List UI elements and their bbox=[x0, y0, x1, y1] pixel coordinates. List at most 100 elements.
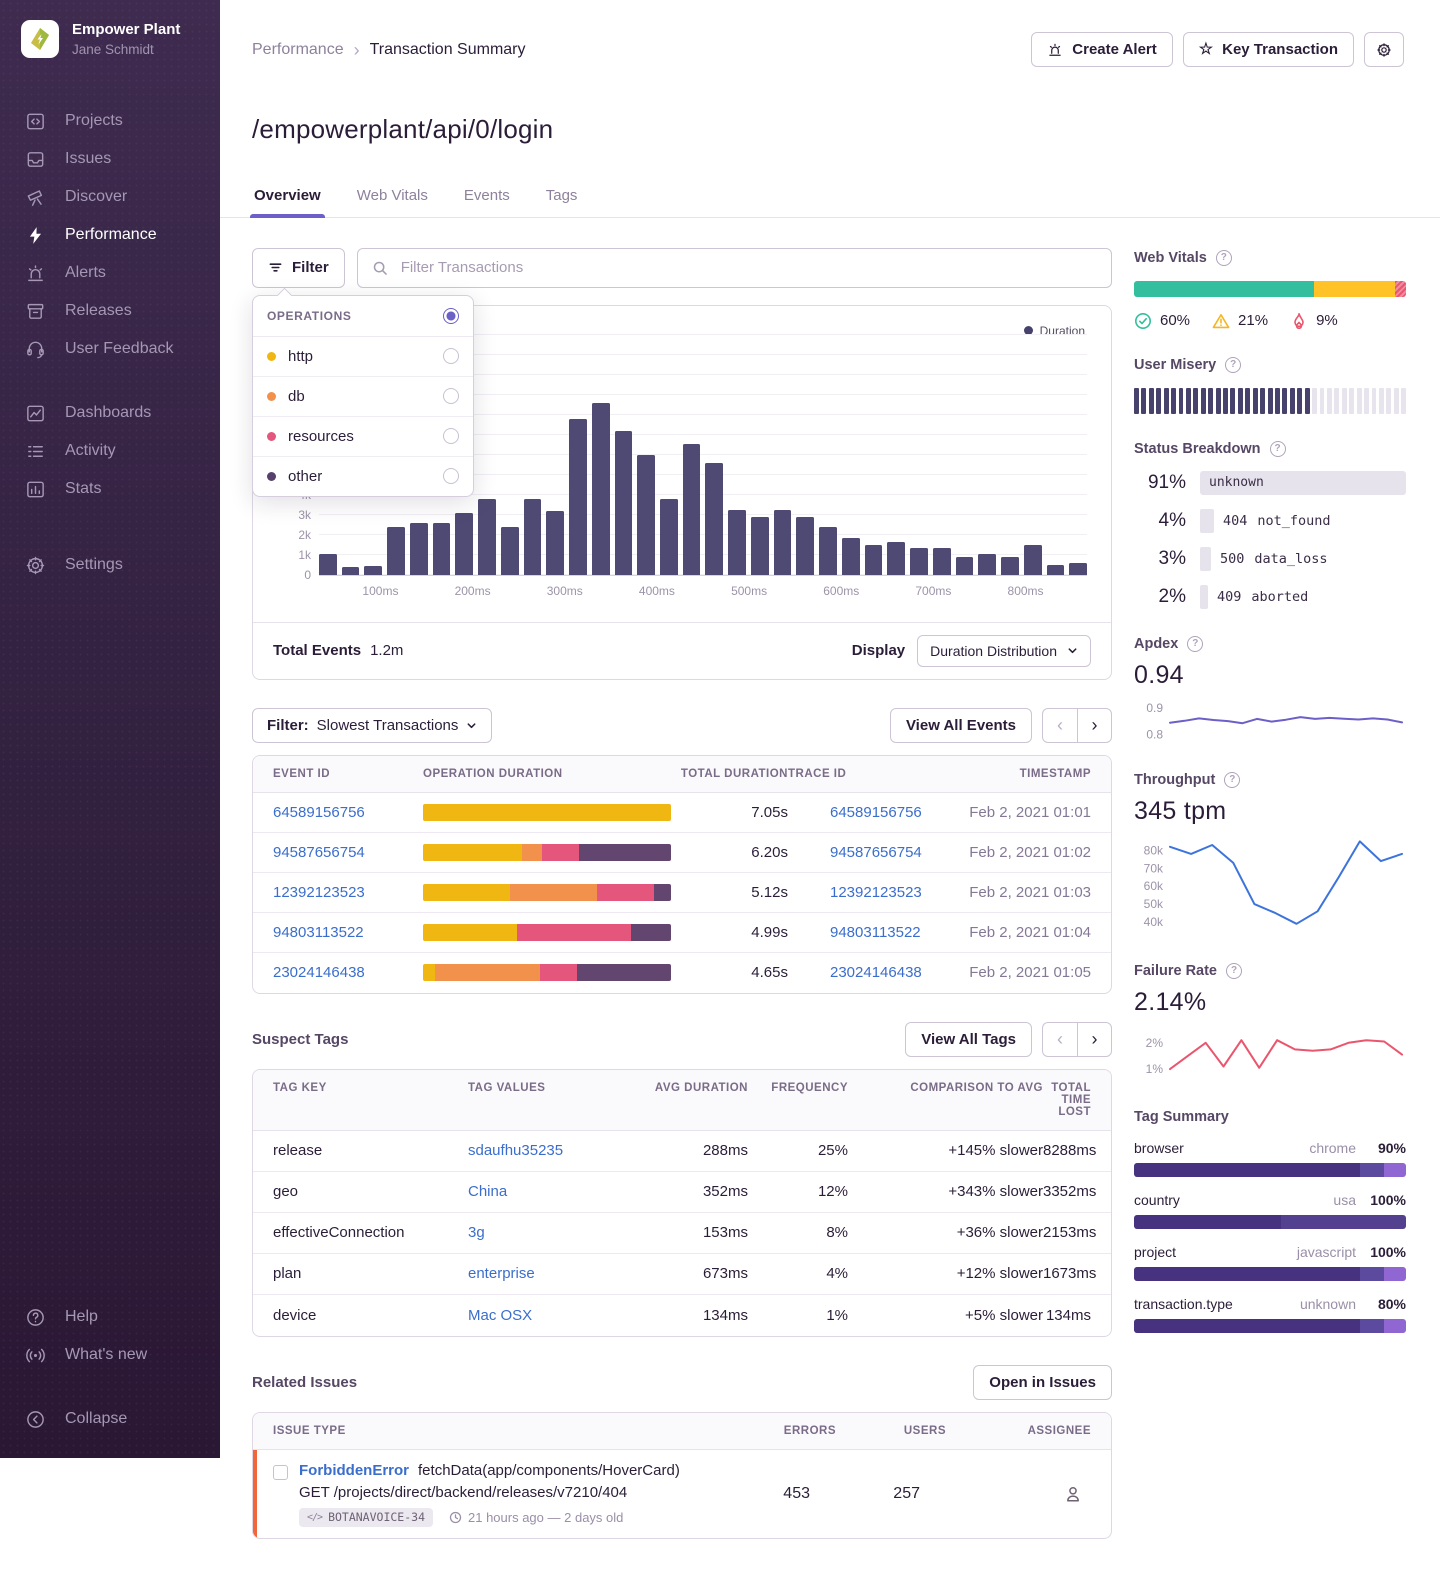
misery-bar-filled bbox=[1290, 388, 1295, 414]
trace-id-link[interactable]: 12392123523 bbox=[788, 884, 968, 901]
status-bar-block bbox=[1200, 547, 1211, 571]
trace-id-link[interactable]: 94803113522 bbox=[788, 924, 968, 941]
tab-overview[interactable]: Overview bbox=[252, 187, 323, 217]
sidebar-item-releases[interactable]: Releases bbox=[0, 292, 220, 330]
sidebar-item-stats[interactable]: Stats bbox=[0, 470, 220, 508]
tab-events[interactable]: Events bbox=[462, 187, 512, 217]
next-page-button[interactable]: › bbox=[1077, 708, 1112, 743]
radio-unselected-icon[interactable] bbox=[443, 388, 459, 404]
create-alert-button[interactable]: Create Alert bbox=[1031, 32, 1172, 67]
throughput-header: Throughput ? bbox=[1134, 772, 1406, 788]
tag-top-value: javascript bbox=[1297, 1244, 1356, 1260]
operation-segment bbox=[423, 924, 517, 941]
sidebar-item-help[interactable]: Help bbox=[0, 1298, 220, 1336]
histogram-bar bbox=[615, 431, 633, 575]
check-circle-icon bbox=[1134, 312, 1152, 330]
tab-tags[interactable]: Tags bbox=[544, 187, 580, 217]
question-circle-icon[interactable]: ? bbox=[1270, 441, 1286, 457]
issue-checkbox[interactable] bbox=[273, 1465, 288, 1480]
sidebar-item-projects[interactable]: Projects bbox=[0, 102, 220, 140]
event-id-link[interactable]: 94587656754 bbox=[273, 844, 423, 861]
operation-filter-db[interactable]: db bbox=[253, 377, 473, 417]
event-id-link[interactable]: 94803113522 bbox=[273, 924, 423, 941]
y-axis-tick-label: 50k bbox=[1144, 897, 1164, 911]
key-transaction-button[interactable]: ☆ Key Transaction bbox=[1183, 32, 1354, 67]
web-vitals-stat-value: 9% bbox=[1316, 312, 1338, 329]
y-axis-tick-label: 2k bbox=[279, 528, 311, 542]
radio-unselected-icon[interactable] bbox=[443, 468, 459, 484]
x-axis-tick-label: 400ms bbox=[639, 584, 675, 598]
operation-filter-http[interactable]: http bbox=[253, 337, 473, 377]
trace-id-link[interactable]: 23024146438 bbox=[788, 964, 968, 981]
sidebar-item-performance[interactable]: Performance bbox=[0, 216, 220, 254]
sidebar-item-label: Releases bbox=[65, 302, 132, 320]
project-badge: </>BOTANAVOICE-34 bbox=[299, 1508, 433, 1527]
event-id-link[interactable]: 64589156756 bbox=[273, 804, 423, 821]
radio-unselected-icon[interactable] bbox=[443, 348, 459, 364]
apdex-sparkline: 0.90.8 bbox=[1134, 700, 1406, 745]
prev-page-button[interactable]: ‹ bbox=[1042, 1022, 1077, 1057]
display-select[interactable]: Duration Distribution bbox=[917, 635, 1091, 667]
status-label-line: 409aborted bbox=[1200, 585, 1406, 609]
issue-type-link[interactable]: ForbiddenError bbox=[299, 1462, 409, 1479]
question-circle-icon[interactable]: ? bbox=[1224, 772, 1240, 788]
tag-percentage: 90% bbox=[1356, 1140, 1406, 1156]
operations-dropdown: OPERATIONS httpdbresourcesother bbox=[252, 295, 474, 497]
question-circle-icon[interactable]: ? bbox=[1187, 636, 1203, 652]
trace-id-link[interactable]: 64589156756 bbox=[788, 804, 968, 821]
total-time-lost-cell: 3352ms bbox=[1043, 1183, 1096, 1200]
question-circle-icon[interactable]: ? bbox=[1225, 357, 1241, 373]
operation-filter-other[interactable]: other bbox=[253, 457, 473, 496]
event-id-link[interactable]: 12392123523 bbox=[273, 884, 423, 901]
timestamp-cell: Feb 2, 2021 01:03 bbox=[968, 884, 1091, 901]
sidebar-item-discover[interactable]: Discover bbox=[0, 178, 220, 216]
frequency-cell: 1% bbox=[748, 1307, 848, 1324]
search-input[interactable] bbox=[399, 258, 1097, 277]
tag-value-link[interactable]: Mac OSX bbox=[468, 1307, 633, 1324]
column-header-avg-duration: AVG DURATION bbox=[633, 1070, 748, 1130]
question-circle-icon[interactable]: ? bbox=[1226, 963, 1242, 979]
issue-row[interactable]: ForbiddenErrorfetchData(app/components/H… bbox=[253, 1450, 1111, 1538]
tag-bar-segment bbox=[1134, 1267, 1360, 1281]
sidebar-item-collapse[interactable]: Collapse bbox=[0, 1400, 220, 1438]
sidebar-item-settings[interactable]: Settings bbox=[0, 546, 220, 584]
tab-web-vitals[interactable]: Web Vitals bbox=[355, 187, 430, 217]
slowest-transactions-select[interactable]: Filter: Slowest Transactions bbox=[252, 708, 492, 743]
tag-value-link[interactable]: enterprise bbox=[468, 1265, 633, 1282]
sidebar-item-alerts[interactable]: Alerts bbox=[0, 254, 220, 292]
tag-top-value: chrome bbox=[1309, 1140, 1356, 1156]
trace-id-link[interactable]: 94587656754 bbox=[788, 844, 968, 861]
event-id-link[interactable]: 23024146438 bbox=[273, 964, 423, 981]
histogram-bar bbox=[387, 527, 405, 575]
sidebar-item-dashboards[interactable]: Dashboards bbox=[0, 394, 220, 432]
sidebar-item-what-s-new[interactable]: What's new bbox=[0, 1336, 220, 1374]
tag-value-link[interactable]: China bbox=[468, 1183, 633, 1200]
radio-selected-icon[interactable] bbox=[443, 308, 459, 324]
trend-line bbox=[1170, 1040, 1402, 1069]
status-breakdown-row: 3%500data_loss bbox=[1134, 547, 1406, 571]
question-circle-icon[interactable]: ? bbox=[1216, 250, 1232, 266]
web-vitals-segment bbox=[1395, 281, 1406, 297]
open-in-issues-button[interactable]: Open in Issues bbox=[973, 1365, 1112, 1400]
prev-page-button[interactable]: ‹ bbox=[1042, 708, 1077, 743]
comparison-cell: +5% slower bbox=[848, 1307, 1043, 1324]
operation-duration-cell bbox=[423, 844, 673, 861]
tag-value-link[interactable]: sdaufhu35235 bbox=[468, 1142, 633, 1159]
breadcrumb-performance[interactable]: Performance bbox=[252, 41, 344, 59]
next-page-button[interactable]: › bbox=[1077, 1022, 1112, 1057]
radio-unselected-icon[interactable] bbox=[443, 428, 459, 444]
sidebar-item-activity[interactable]: Activity bbox=[0, 432, 220, 470]
operation-segment bbox=[540, 964, 577, 981]
user-icon[interactable] bbox=[1063, 1484, 1083, 1504]
y-axis-tick-label: 3k bbox=[279, 508, 311, 522]
filter-button[interactable]: Filter bbox=[252, 248, 345, 288]
misery-bar-filled bbox=[1201, 388, 1206, 414]
tag-value-link[interactable]: 3g bbox=[468, 1224, 633, 1241]
org-switcher[interactable]: Empower Plant Jane Schmidt bbox=[0, 20, 220, 58]
operation-filter-resources[interactable]: resources bbox=[253, 417, 473, 457]
sidebar-item-issues[interactable]: Issues bbox=[0, 140, 220, 178]
view-all-events-button[interactable]: View All Events bbox=[890, 708, 1032, 743]
view-all-tags-button[interactable]: View All Tags bbox=[905, 1022, 1032, 1057]
settings-button[interactable] bbox=[1364, 32, 1404, 67]
sidebar-item-user-feedback[interactable]: User Feedback bbox=[0, 330, 220, 368]
